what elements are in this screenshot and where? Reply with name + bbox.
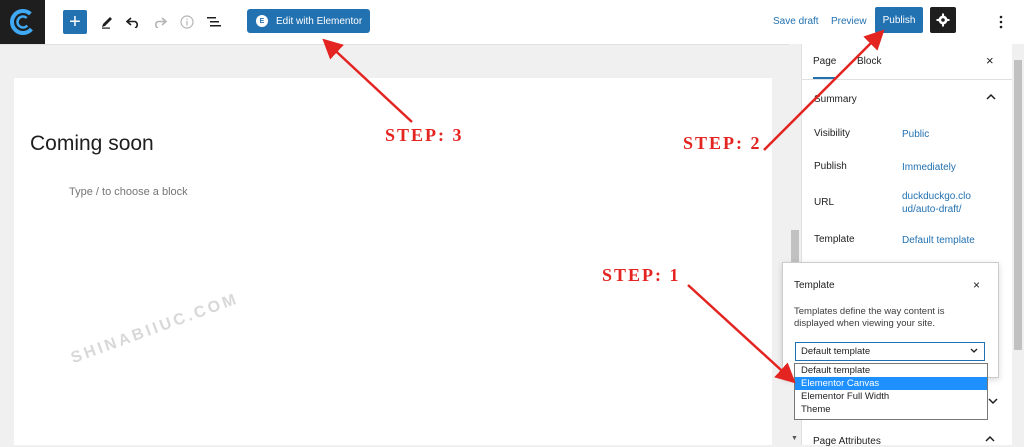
- elementor-icon: E: [256, 15, 268, 27]
- url-value[interactable]: duckduckgo.cloud/auto-draft/: [902, 190, 974, 216]
- template-value[interactable]: Default template: [902, 234, 1002, 247]
- list-view-icon[interactable]: [205, 10, 223, 34]
- template-label: Template: [814, 234, 855, 245]
- redo-icon[interactable]: [151, 10, 169, 34]
- tab-block[interactable]: Block: [857, 56, 881, 67]
- visibility-label: Visibility: [814, 128, 850, 139]
- step2-annotation: STEP: 2: [683, 133, 762, 153]
- site-logo-icon[interactable]: [0, 0, 45, 44]
- info-icon[interactable]: [178, 10, 196, 34]
- scroll-down-icon[interactable]: ▼: [791, 435, 798, 442]
- sidebar-scrollbar-thumb[interactable]: [1014, 60, 1022, 350]
- template-popover-description: Templates define the way content is disp…: [794, 306, 945, 329]
- chevron-down-icon[interactable]: [988, 397, 998, 408]
- chevron-down-icon: [970, 343, 978, 360]
- publish-label: Publish: [882, 14, 916, 26]
- post-title[interactable]: Coming soon: [30, 132, 154, 156]
- add-block-label: +: [69, 11, 81, 33]
- page-attributes-panel-title[interactable]: Page Attributes: [813, 436, 881, 447]
- gear-icon[interactable]: [930, 7, 956, 33]
- summary-panel-title[interactable]: Summary: [814, 94, 857, 105]
- preview-button[interactable]: Preview: [831, 16, 867, 27]
- chevron-up-icon[interactable]: [986, 91, 996, 103]
- edit-with-elementor-button[interactable]: E Edit with Elementor: [247, 9, 370, 33]
- template-select[interactable]: Default template: [795, 342, 985, 361]
- option-default-template[interactable]: Default template: [795, 364, 987, 377]
- publish-date-value[interactable]: Immediately: [902, 161, 1002, 174]
- block-appender-hint[interactable]: Type / to choose a block: [69, 186, 188, 198]
- option-elementor-full-width[interactable]: Elementor Full Width: [795, 390, 987, 403]
- tab-page[interactable]: Page: [813, 56, 837, 79]
- publish-date-label: Publish: [814, 161, 847, 172]
- url-label: URL: [814, 197, 835, 208]
- sidebar-tabs: Page Block ×: [802, 44, 1012, 80]
- pen-icon[interactable]: [98, 10, 116, 34]
- top-toolbar: + E Edit with Elementor Save draft Previ…: [0, 0, 1024, 45]
- step3-annotation: STEP: 3: [385, 125, 464, 145]
- undo-icon[interactable]: [124, 10, 142, 34]
- option-elementor-canvas[interactable]: Elementor Canvas: [795, 377, 987, 390]
- more-vertical-icon[interactable]: [994, 10, 1008, 34]
- close-popover-button[interactable]: ×: [973, 278, 980, 292]
- step1-annotation: STEP: 1: [602, 265, 681, 285]
- template-popover: Template × Templates define the way cont…: [782, 262, 999, 378]
- option-theme[interactable]: Theme: [795, 403, 987, 416]
- publish-button[interactable]: Publish: [875, 7, 923, 33]
- edit-with-elementor-label: Edit with Elementor: [276, 15, 363, 27]
- close-sidebar-button[interactable]: ×: [986, 53, 994, 68]
- save-draft-button[interactable]: Save draft: [773, 16, 819, 27]
- visibility-value[interactable]: Public: [902, 128, 1002, 141]
- add-block-button[interactable]: +: [63, 10, 87, 34]
- chevron-up-icon[interactable]: [985, 433, 995, 445]
- template-popover-title: Template: [794, 280, 835, 291]
- template-select-value: Default template: [801, 346, 871, 357]
- template-dropdown-list[interactable]: Default template Elementor Canvas Elemen…: [794, 363, 988, 420]
